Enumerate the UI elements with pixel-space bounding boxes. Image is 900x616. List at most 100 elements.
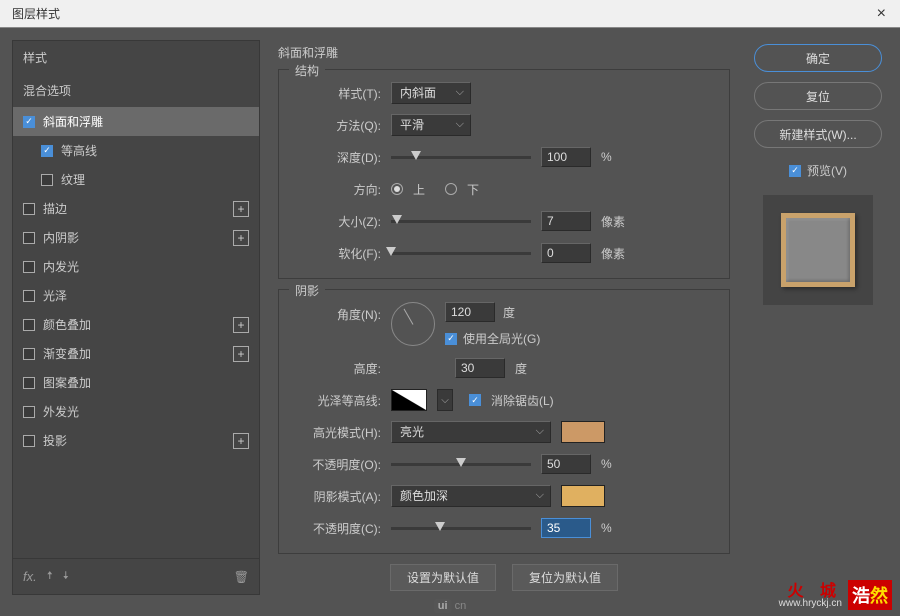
add-effect-icon[interactable]: + — [233, 230, 249, 246]
preview-checkbox[interactable]: ✓ — [789, 165, 801, 177]
direction-label: 方向: — [293, 181, 381, 198]
style-item-11[interactable]: 投影 + — [13, 426, 259, 455]
structure-group: 结构 样式(T): 内斜面 方法(Q): 平滑 深度(D): % 方向: — [278, 69, 730, 279]
shading-legend: 阴影 — [289, 282, 325, 299]
style-item-3[interactable]: 描边 + — [13, 194, 259, 223]
style-item-5[interactable]: 内发光 — [13, 252, 259, 281]
move-up-icon[interactable]: 🠅 — [47, 567, 53, 586]
dialog-body: 样式 混合选项 ✓斜面和浮雕✓等高线纹理描边+内阴影+内发光光泽颜色叠加+渐变叠… — [0, 28, 900, 616]
watermark: 火 城 www.hryckj.cn 浩然 — [779, 580, 892, 610]
style-item-10[interactable]: 外发光 — [13, 397, 259, 426]
add-effect-icon[interactable]: + — [233, 317, 249, 333]
shadow-color-swatch[interactable] — [561, 485, 605, 507]
add-effect-icon[interactable]: + — [233, 346, 249, 362]
highlight-opacity-slider[interactable] — [391, 463, 531, 466]
soften-input[interactable] — [541, 243, 591, 263]
move-down-icon[interactable]: 🠇 — [63, 567, 69, 586]
style-item-1[interactable]: ✓ 等高线 — [13, 136, 259, 165]
styles-header: 样式 — [13, 41, 259, 74]
global-light-checkbox[interactable]: ✓ — [445, 333, 457, 345]
shadow-mode-dropdown[interactable]: 颜色加深 — [391, 485, 551, 507]
altitude-label: 高度: — [293, 360, 381, 377]
trash-icon[interactable]: 🗑 — [234, 570, 249, 584]
add-effect-icon[interactable]: + — [233, 433, 249, 449]
style-checkbox[interactable] — [23, 232, 35, 244]
style-checkbox[interactable] — [23, 290, 35, 302]
fx-icon[interactable]: fx. — [23, 569, 37, 584]
reset-default-button[interactable]: 复位为默认值 — [512, 564, 618, 591]
style-label: 等高线 — [61, 142, 249, 159]
preview-box — [763, 195, 873, 305]
style-item-9[interactable]: 图案叠加 — [13, 368, 259, 397]
style-label: 颜色叠加 — [43, 316, 225, 333]
style-label: 描边 — [43, 200, 225, 217]
style-item-0[interactable]: ✓ 斜面和浮雕 — [13, 107, 259, 136]
highlight-opacity-unit: % — [601, 457, 612, 471]
style-label: 投影 — [43, 432, 225, 449]
ok-button[interactable]: 确定 — [754, 44, 882, 72]
shadow-opacity-label: 不透明度(C): — [293, 520, 381, 537]
direction-down-label: 下 — [467, 181, 479, 198]
angle-unit: 度 — [503, 304, 515, 321]
contour-swatch[interactable] — [391, 389, 427, 411]
section-title: 斜面和浮雕 — [278, 40, 730, 69]
sidebar-footer: fx. 🠅 🠇 🗑 — [13, 558, 259, 594]
size-input[interactable] — [541, 211, 591, 231]
cancel-button[interactable]: 复位 — [754, 82, 882, 110]
style-checkbox[interactable] — [23, 203, 35, 215]
style-checkbox[interactable] — [23, 377, 35, 389]
style-checkbox[interactable]: ✓ — [23, 116, 35, 128]
blend-options[interactable]: 混合选项 — [13, 74, 259, 107]
style-label: 外发光 — [43, 403, 249, 420]
altitude-unit: 度 — [515, 360, 527, 377]
size-unit: 像素 — [601, 213, 625, 230]
preview-label: 预览(V) — [807, 162, 847, 179]
direction-up-radio[interactable] — [391, 183, 403, 195]
shadow-opacity-unit: % — [601, 521, 612, 535]
style-item-7[interactable]: 颜色叠加 + — [13, 310, 259, 339]
style-checkbox[interactable] — [23, 435, 35, 447]
style-checkbox[interactable] — [23, 319, 35, 331]
window-title: 图层样式 — [12, 5, 60, 22]
settings-panel: 斜面和浮雕 结构 样式(T): 内斜面 方法(Q): 平滑 深度(D): % — [272, 40, 736, 595]
new-style-button[interactable]: 新建样式(W)... — [754, 120, 882, 148]
antialias-checkbox[interactable]: ✓ — [469, 394, 481, 406]
depth-slider[interactable] — [391, 156, 531, 159]
contour-dropdown[interactable]: ⌵ — [437, 389, 453, 411]
antialias-label: 消除锯齿(L) — [491, 392, 554, 409]
altitude-input[interactable] — [455, 358, 505, 378]
shadow-opacity-slider[interactable] — [391, 527, 531, 530]
style-checkbox[interactable] — [23, 348, 35, 360]
style-label: 斜面和浮雕 — [43, 113, 249, 130]
angle-label: 角度(N): — [293, 302, 381, 323]
highlight-mode-dropdown[interactable]: 亮光 — [391, 421, 551, 443]
style-item-8[interactable]: 渐变叠加 + — [13, 339, 259, 368]
soften-unit: 像素 — [601, 245, 625, 262]
style-label: 内阴影 — [43, 229, 225, 246]
style-item-4[interactable]: 内阴影 + — [13, 223, 259, 252]
size-slider[interactable] — [391, 220, 531, 223]
shadow-opacity-input[interactable] — [541, 518, 591, 538]
add-effect-icon[interactable]: + — [233, 201, 249, 217]
highlight-opacity-input[interactable] — [541, 454, 591, 474]
style-dropdown[interactable]: 内斜面 — [391, 82, 471, 104]
style-checkbox[interactable]: ✓ — [41, 145, 53, 157]
depth-input[interactable] — [541, 147, 591, 167]
technique-dropdown[interactable]: 平滑 — [391, 114, 471, 136]
make-default-button[interactable]: 设置为默认值 — [390, 564, 496, 591]
style-checkbox[interactable] — [41, 174, 53, 186]
depth-label: 深度(D): — [293, 149, 381, 166]
style-label: 图案叠加 — [43, 374, 249, 391]
close-icon[interactable]: × — [871, 5, 892, 23]
action-panel: 确定 复位 新建样式(W)... ✓ 预览(V) — [748, 40, 888, 595]
angle-input[interactable] — [445, 302, 495, 322]
style-label: 渐变叠加 — [43, 345, 225, 362]
angle-control[interactable] — [391, 302, 435, 346]
style-checkbox[interactable] — [23, 261, 35, 273]
soften-slider[interactable] — [391, 252, 531, 255]
direction-down-radio[interactable] — [445, 183, 457, 195]
style-item-6[interactable]: 光泽 — [13, 281, 259, 310]
highlight-color-swatch[interactable] — [561, 421, 605, 443]
style-item-2[interactable]: 纹理 — [13, 165, 259, 194]
style-checkbox[interactable] — [23, 406, 35, 418]
